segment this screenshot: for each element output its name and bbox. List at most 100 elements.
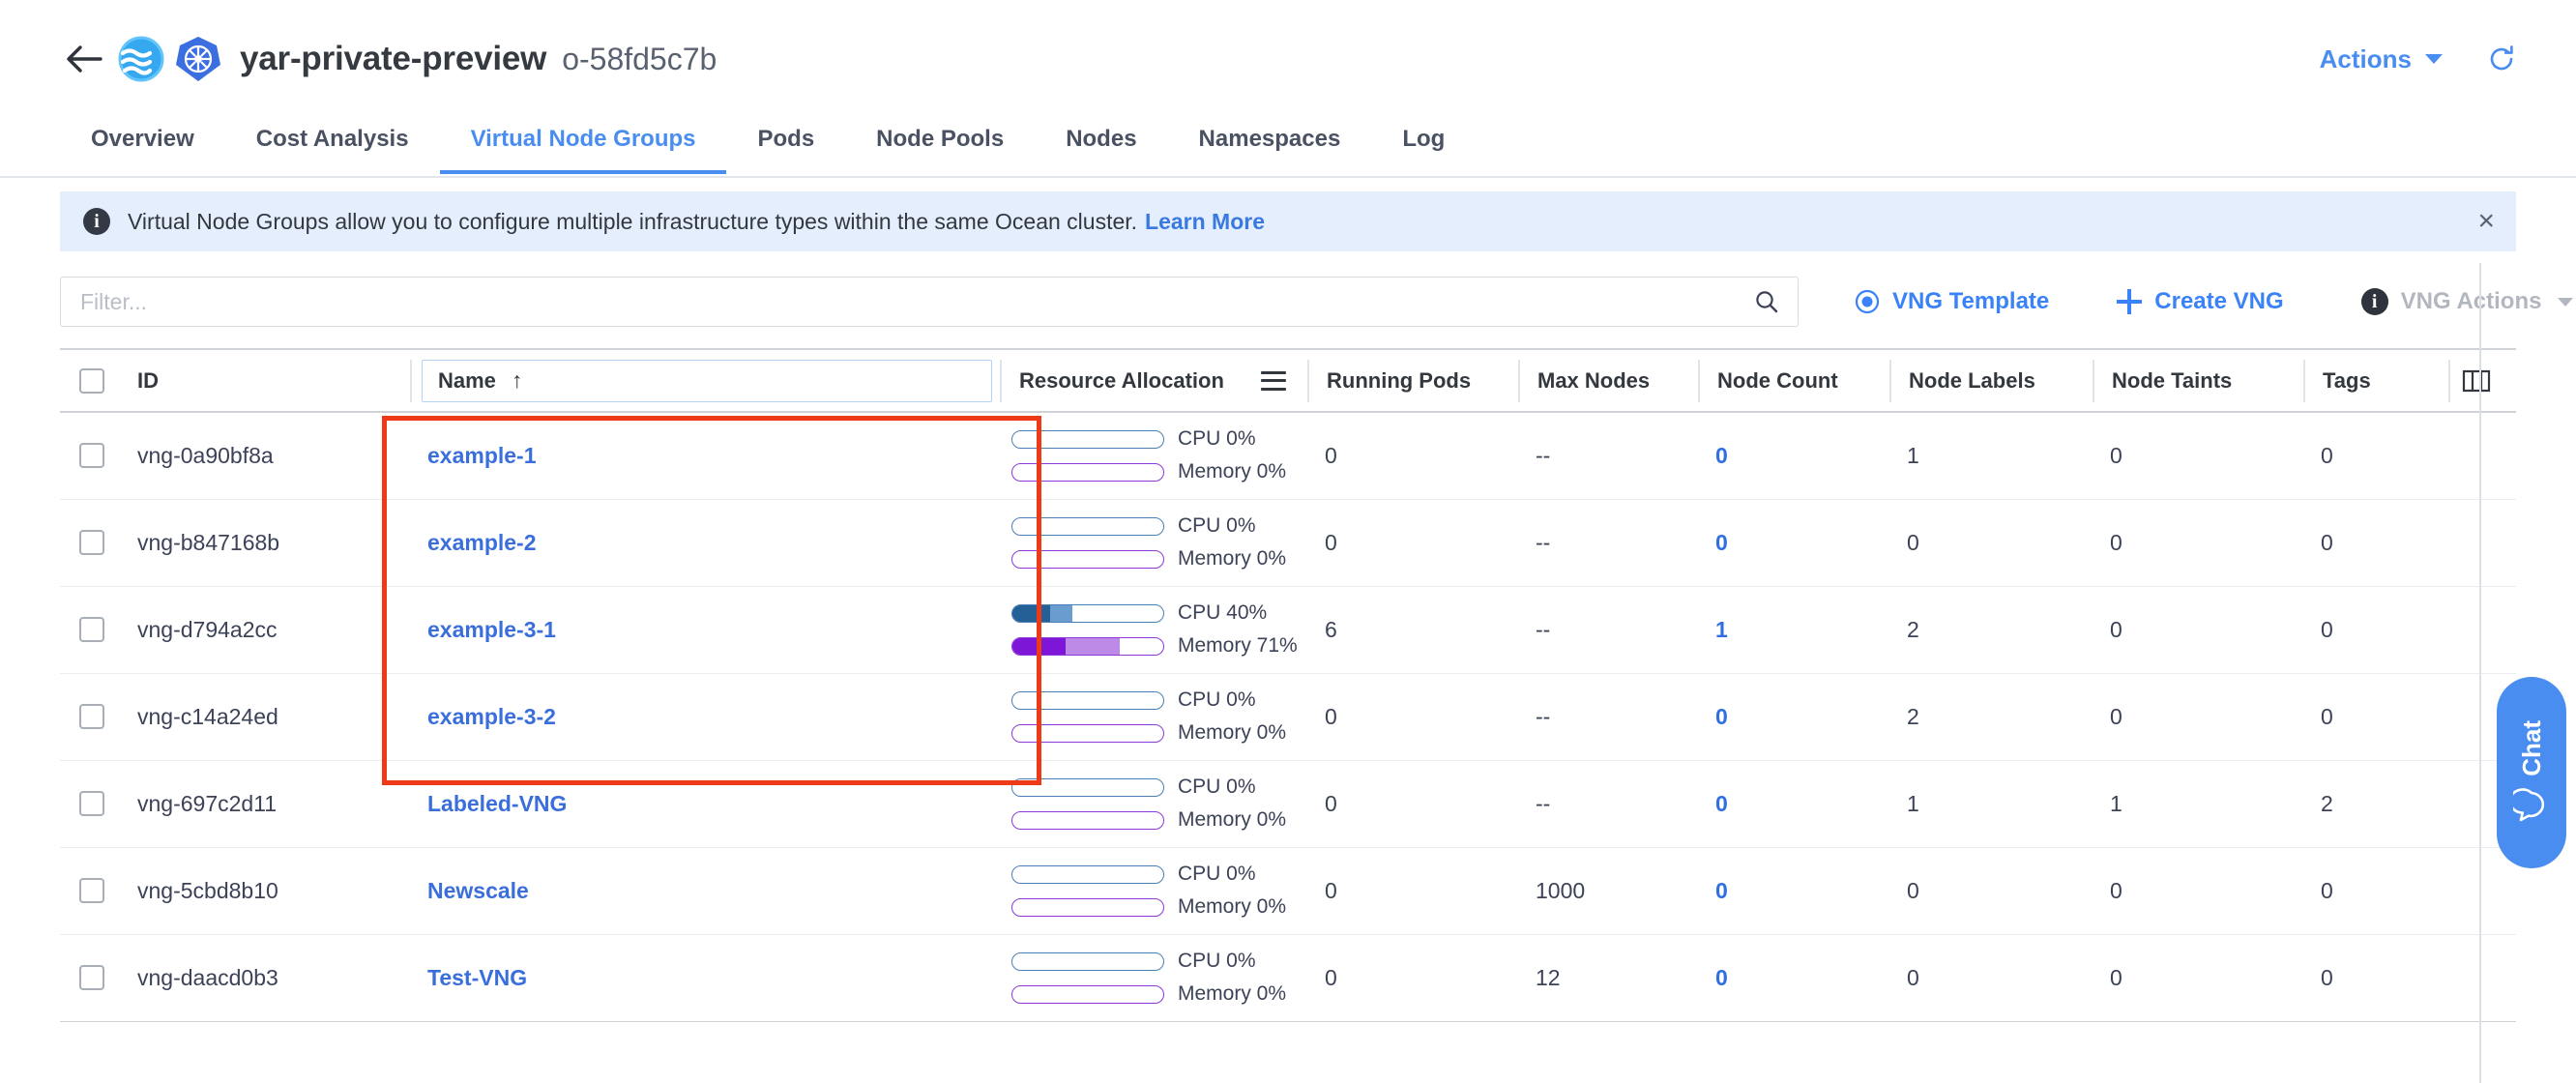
row-tags-cell: 0 [2303,586,2448,674]
row-max-nodes: 1000 [1536,877,1586,903]
cpu-bar-row: CPU 0% [1011,950,1307,973]
filter-input[interactable] [60,277,1799,327]
row-node-count-link[interactable]: 0 [1698,791,1889,817]
row-name-link[interactable]: Newscale [410,878,1000,904]
row-checkbox[interactable] [79,704,104,729]
resource-allocation-bars: CPU 40% Memory 71% [1000,601,1307,658]
table-row[interactable]: vng-daacd0b3 Test-VNG CPU 0% Memory 0% 0 12 0 0… [60,934,2516,1022]
tab-overview[interactable]: Overview [60,118,225,172]
row-node-count-link[interactable]: 0 [1698,530,1889,556]
chat-widget-button[interactable]: Chat [2497,677,2566,868]
header-node-count[interactable]: Node Count [1698,350,1889,413]
cpu-usage-label: CPU 0% [1178,863,1256,885]
header-id[interactable]: ID [120,350,410,413]
header-resource-allocation[interactable]: Resource Allocation [1000,350,1307,413]
row-tags-cell: 0 [2303,673,2448,761]
row-node-count-link[interactable]: 1 [1698,617,1889,643]
header-name-label: Name [438,367,496,393]
row-node-taints: 0 [2110,964,2122,990]
table-row[interactable]: vng-c14a24ed example-3-2 CPU 0% Memory 0% 0 -… [60,673,2516,761]
cpu-bar-row: CPU 0% [1011,776,1307,799]
row-node-count-link[interactable]: 0 [1698,965,1889,991]
row-checkbox[interactable] [79,965,104,990]
row-tags: 0 [2321,964,2333,990]
row-node-count-link[interactable]: 0 [1698,443,1889,469]
vng-template-button[interactable]: VNG Template [1855,288,2049,315]
tab-log[interactable]: Log [1371,118,1476,172]
row-max-nodes-cell: -- [1518,673,1698,761]
row-node-taints: 0 [2110,703,2122,729]
row-name-link[interactable]: Labeled-VNG [410,791,1000,817]
header-tags[interactable]: Tags [2303,350,2448,413]
row-name-cell: example-3-2 [410,673,1000,761]
table-row[interactable]: vng-697c2d11 Labeled-VNG CPU 0% Memory 0% 0 -… [60,760,2516,848]
header-name[interactable]: Name ↑ [410,350,1000,413]
tab-pods[interactable]: Pods [726,118,845,172]
row-checkbox[interactable] [79,443,104,469]
header-name-focus-box[interactable]: Name ↑ [422,359,992,402]
row-id: vng-daacd0b3 [137,964,278,990]
memory-usage-bar [1011,984,1164,1004]
row-checkbox[interactable] [79,617,104,642]
chevron-down-icon [2425,54,2443,64]
tab-cost-analysis[interactable]: Cost Analysis [225,118,440,172]
row-running-pods-cell: 0 [1307,760,1518,848]
row-tags: 0 [2321,529,2333,555]
row-node-count-link[interactable]: 0 [1698,704,1889,730]
learn-more-link[interactable]: Learn More [1145,209,1265,235]
row-checkbox[interactable] [79,530,104,555]
row-node-count-cell: 0 [1698,673,1889,761]
row-name-link[interactable]: example-1 [410,443,1000,469]
refresh-button[interactable] [2487,44,2516,73]
row-name-cell: example-1 [410,412,1000,500]
row-name-link[interactable]: Test-VNG [410,965,1000,991]
select-all-checkbox[interactable] [79,367,104,394]
row-node-taints-cell: 0 [2093,934,2303,1022]
actions-button-label: Actions [2319,44,2412,73]
row-checkbox[interactable] [79,878,104,903]
row-running-pods: 0 [1325,442,1337,468]
table-row[interactable]: vng-5cbd8b10 Newscale CPU 0% Memory 0% 0 1000… [60,847,2516,935]
row-node-labels-cell: 1 [1889,412,2093,500]
header-node-labels-label: Node Labels [1909,367,2035,393]
resource-allocation-bars: CPU 0% Memory 0% [1000,427,1307,483]
row-name-link[interactable]: example-2 [410,530,1000,556]
header-actions: Actions [2320,44,2516,74]
header-node-labels[interactable]: Node Labels [1889,350,2093,413]
row-node-taints-cell: 0 [2093,412,2303,500]
header-node-taints[interactable]: Node Taints [2093,350,2303,413]
row-running-pods: 6 [1325,616,1337,642]
table-row[interactable]: vng-0a90bf8a example-1 CPU 0% Memory 0% 0 -- 0… [60,412,2516,500]
close-icon[interactable]: × [2477,207,2495,236]
header-running-pods[interactable]: Running Pods [1307,350,1518,413]
table-row[interactable]: vng-d794a2cc example-3-1 CPU 40% Memory 71%… [60,586,2516,674]
memory-usage-label: Memory 0% [1178,895,1287,918]
header-resource-allocation-label: Resource Allocation [1019,367,1224,393]
cpu-usage-label: CPU 0% [1178,514,1256,537]
create-vng-button[interactable]: Create VNG [2117,288,2284,315]
row-resource-allocation-cell: CPU 0% Memory 0% [1000,934,1307,1022]
row-name-link[interactable]: example-3-1 [410,617,1000,643]
tab-namespaces[interactable]: Namespaces [1168,118,1372,172]
row-running-pods-cell: 0 [1307,673,1518,761]
table-row[interactable]: vng-b847168b example-2 CPU 0% Memory 0% 0 -- 0… [60,499,2516,587]
row-node-count-cell: 1 [1698,586,1889,674]
back-arrow-icon[interactable] [64,39,104,79]
search-icon[interactable] [1754,289,1779,314]
actions-button[interactable]: Actions [2320,44,2443,74]
tab-nodes[interactable]: Nodes [1035,118,1167,172]
header-max-nodes[interactable]: Max Nodes [1518,350,1698,413]
kubernetes-icon [176,37,220,81]
row-node-taints: 1 [2110,790,2122,816]
row-checkbox[interactable] [79,791,104,816]
row-id-cell: vng-5cbd8b10 [120,847,410,935]
vng-table-container: ID Name ↑ Resource Allocation Running Po… [60,348,2516,1022]
cpu-bar-row: CPU 0% [1011,688,1307,712]
hamburger-icon[interactable] [1261,370,1286,391]
tab-virtual-node-groups[interactable]: Virtual Node Groups [439,118,727,174]
row-node-count-link[interactable]: 0 [1698,878,1889,904]
tab-node-pools[interactable]: Node Pools [845,118,1035,172]
row-name-link[interactable]: example-3-2 [410,704,1000,730]
cpu-usage-label: CPU 40% [1178,601,1268,624]
memory-bar-row: Memory 0% [1011,982,1307,1006]
